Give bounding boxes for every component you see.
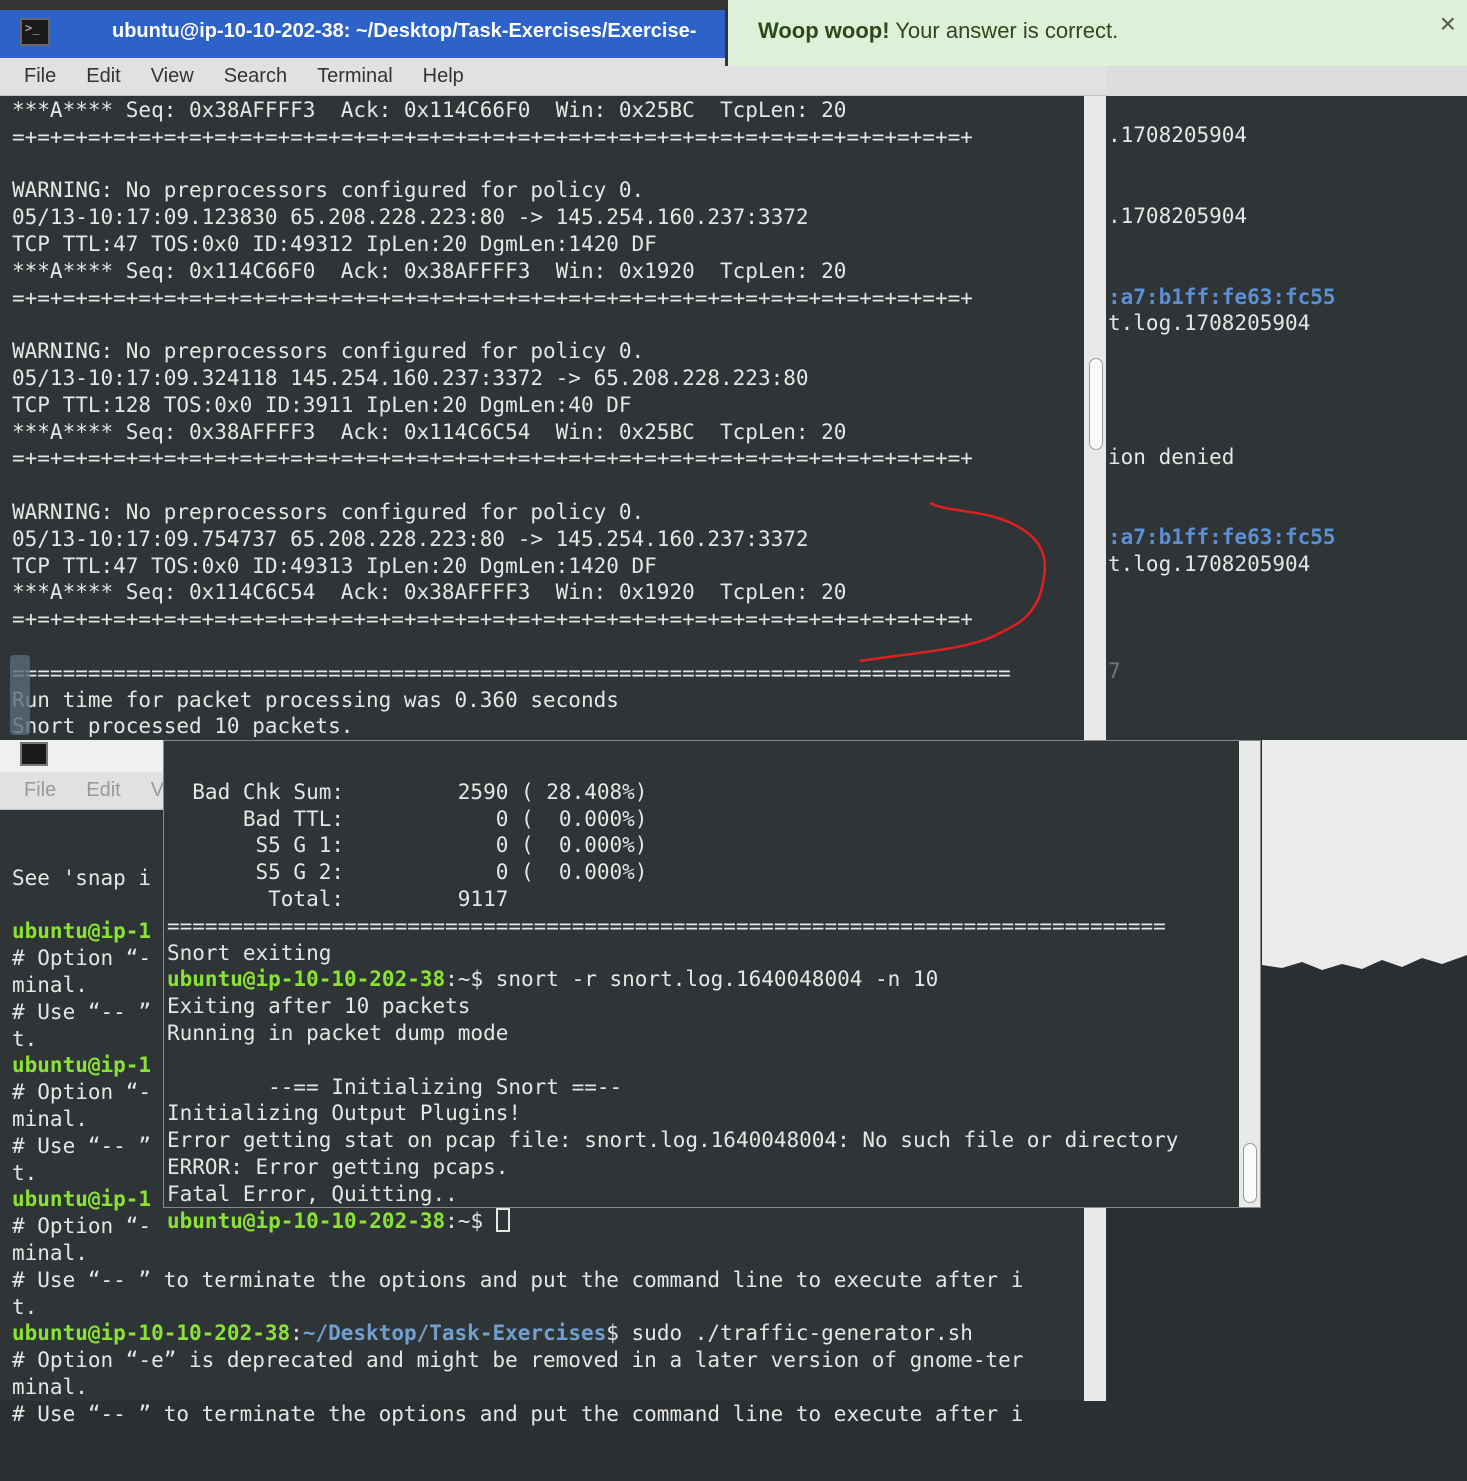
window-title: ubuntu@ip-10-10-202-38: ~/Desktop/Task-E… xyxy=(112,20,697,42)
terminal-app-icon-2 xyxy=(20,742,48,766)
mt-stat-row: Bad TTL: 0 ( 0.000%) xyxy=(167,806,648,831)
mt-command-line: ubuntu@ip-10-10-202-38:~$ snort -r snort… xyxy=(167,967,939,992)
desktop-wallpaper-edge xyxy=(1262,955,1467,1000)
notification-text: Your answer is correct. xyxy=(889,18,1119,43)
terminal-line: WARNING: No preprocessors configured for… xyxy=(12,339,645,364)
terminal-line: =+=+=+=+=+=+=+=+=+=+=+=+=+=+=+=+=+=+=+=+… xyxy=(12,446,973,471)
mt-exiting: Snort exiting xyxy=(167,940,332,965)
terminal-line: ​ xyxy=(12,311,1082,338)
terminal-line: Run time for packet processing was 0.360… xyxy=(12,687,619,712)
bl-menu-file[interactable]: File xyxy=(24,779,56,802)
background-terminal xyxy=(1105,95,1467,740)
success-notification: Woop woop! Your answer is correct. × xyxy=(725,0,1467,66)
mt-scrollbar[interactable] xyxy=(1239,741,1260,1207)
terminal-line: =+=+=+=+=+=+=+=+=+=+=+=+=+=+=+=+=+=+=+=+… xyxy=(12,285,973,310)
top-titlebar-dark-strip xyxy=(0,0,730,10)
menu-edit[interactable]: Edit xyxy=(86,65,120,88)
terminal-line: ​ xyxy=(12,151,1082,178)
terminal-line: TCP TTL:128 TOS:0x0 ID:3911 IpLen:20 Dgm… xyxy=(12,392,632,417)
desktop-wallpaper-light xyxy=(1262,740,1467,970)
top-terminal-scrollbar[interactable] xyxy=(1084,96,1106,740)
bl-menu-edit[interactable]: Edit xyxy=(86,779,120,802)
terminal-cursor xyxy=(495,1207,510,1232)
mt-stat-row: S5 G 2: 0 ( 0.000%) xyxy=(167,860,648,885)
top-terminal-scroll-thumb[interactable] xyxy=(1089,358,1103,450)
terminal-line: ***A**** Seq: 0x38AFFFF3 Ack: 0x114C66F0… xyxy=(12,98,847,122)
mt-prompt-line: ubuntu@ip-10-10-202-38:~$ xyxy=(167,1207,1239,1235)
background-terminal-header xyxy=(1105,66,1467,96)
terminal-line: TCP TTL:47 TOS:0x0 ID:49312 IpLen:20 Dgm… xyxy=(12,231,657,256)
notification-bold: Woop woop! xyxy=(758,18,890,43)
terminal-line: 05/13-10:17:09.324118 145.254.160.237:33… xyxy=(12,365,809,390)
terminal-line: Snort processed 10 packets. xyxy=(12,714,354,737)
terminal-line: WARNING: No preprocessors configured for… xyxy=(12,178,645,203)
terminal-line: ***A**** Seq: 0x114C66F0 Ack: 0x38AFFFF3… xyxy=(12,258,847,283)
mt-stat-row: S5 G 1: 0 ( 0.000%) xyxy=(167,833,648,858)
mt-stat-row: Bad Chk Sum: 2590 ( 28.408%) xyxy=(167,779,648,804)
red-annotation-curve xyxy=(859,501,1047,663)
terminal-line: =+=+=+=+=+=+=+=+=+=+=+=+=+=+=+=+=+=+=+=+… xyxy=(12,124,973,149)
mt-scroll-thumb[interactable] xyxy=(1243,1143,1257,1203)
terminal-app-icon: >_ xyxy=(20,18,50,46)
mt-stat-row: Total: 9117 xyxy=(167,886,509,911)
menu-search[interactable]: Search xyxy=(224,65,287,88)
terminal-line: ***A**** Seq: 0x38AFFFF3 Ack: 0x114C6C54… xyxy=(12,419,847,444)
side-handle[interactable] xyxy=(10,655,30,735)
menu-file[interactable]: File xyxy=(24,65,56,88)
menu-help[interactable]: Help xyxy=(423,65,464,88)
terminal-line: 05/13-10:17:09.123830 65.208.228.223:80 … xyxy=(12,205,809,230)
mt-separator: ========================================… xyxy=(167,913,1166,938)
menu-terminal[interactable]: Terminal xyxy=(317,65,393,88)
mt-output: Bad Chk Sum: 2590 ( 28.408%) Bad TTL: 0 … xyxy=(167,752,1239,1288)
middle-terminal-window: Bad Chk Sum: 2590 ( 28.408%) Bad TTL: 0 … xyxy=(163,740,1261,1233)
close-icon[interactable]: × xyxy=(1440,8,1456,40)
menu-view[interactable]: View xyxy=(151,65,194,88)
